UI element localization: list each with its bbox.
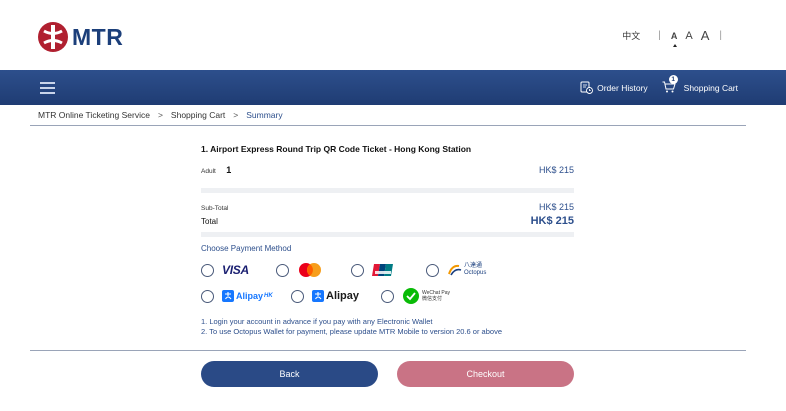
octopus-label: Octopus [464, 270, 487, 276]
note-line-1: 1. Login your account in advance if you … [201, 317, 433, 326]
payment-row-1: VISA 八達通 Octopus [201, 261, 574, 279]
radio-octopus[interactable] [426, 263, 439, 277]
payment-option-octopus[interactable]: 八達通 Octopus [426, 263, 486, 277]
hamburger-icon[interactable] [40, 82, 55, 94]
shopping-cart-link[interactable]: 1 Shopping Cart [662, 74, 738, 95]
mastercard-icon [299, 263, 321, 277]
radio-unionpay[interactable] [351, 263, 364, 277]
note-line-2: 2. To use Octopus Wallet for payment, pl… [201, 327, 502, 336]
order-summary: 1. Airport Express Round Trip QR Code Ti… [201, 144, 574, 337]
divider [30, 350, 746, 351]
radio-alipay[interactable] [291, 289, 304, 303]
mtr-logo-icon [38, 22, 68, 52]
payment-option-alipay[interactable]: Alipay [291, 289, 381, 303]
language-switch[interactable]: 中文 [622, 29, 640, 42]
subtotal-label: Sub-Total [201, 205, 229, 212]
chevron-right-icon: > [157, 110, 163, 120]
adult-row: Adult 1 HK$ 215 [201, 160, 574, 178]
divider [30, 125, 746, 126]
total-label: Total [201, 217, 218, 226]
alipay-icon [312, 290, 324, 302]
brand-name: MTR [72, 23, 124, 50]
back-button[interactable]: Back [201, 361, 378, 387]
nav-links: Order History 1 Shopping Cart [566, 70, 738, 105]
breadcrumb: MTR Online Ticketing Service > Shopping … [38, 110, 283, 120]
unionpay-icon [372, 264, 393, 276]
wechatpay-logo: WeChat Pay 微信支付 [402, 288, 450, 304]
font-size-small[interactable]: A [671, 31, 677, 47]
wechatpay-cn-label: 微信支付 [422, 296, 443, 302]
subtotal-value: HK$ 215 [538, 202, 574, 212]
payment-option-unionpay[interactable] [351, 263, 426, 277]
radio-alipayhk[interactable] [201, 289, 214, 303]
breadcrumb-cart[interactable]: Shopping Cart [171, 110, 225, 120]
payment-option-visa[interactable]: VISA [201, 263, 276, 277]
alipayhk-label: Alipay [236, 291, 264, 301]
adult-quantity: 1 [226, 165, 232, 175]
total-row: Total HK$ 215 [201, 215, 574, 227]
alipayhk-suffix: HK [264, 293, 273, 299]
font-size-medium[interactable]: A [685, 30, 692, 42]
octopus-logo: 八達通 Octopus [447, 263, 486, 277]
octopus-cn-label: 八達通 [464, 263, 483, 269]
breadcrumb-summary: Summary [246, 110, 283, 120]
language-bar: 中文 | A A A | [622, 28, 722, 47]
payment-row-2: Alipay HK Alipay WeChat Pay 微信支付 [201, 287, 574, 305]
payment-method-title: Choose Payment Method [201, 244, 292, 253]
shopping-cart-label: Shopping Cart [683, 82, 738, 93]
adult-price: HK$ 215 [538, 165, 574, 175]
order-history-label: Order History [597, 82, 648, 93]
payment-option-wechatpay[interactable]: WeChat Pay 微信支付 [381, 288, 450, 304]
breadcrumb-home[interactable]: MTR Online Ticketing Service [38, 110, 150, 120]
alipayhk-logo: Alipay HK [222, 290, 273, 302]
octopus-icon [448, 264, 462, 276]
font-size-large[interactable]: A [701, 28, 710, 43]
payment-notes: 1. Login your account in advance if you … [201, 317, 574, 337]
payment-option-mastercard[interactable] [276, 262, 351, 278]
divider [201, 232, 574, 237]
payment-option-alipayhk[interactable]: Alipay HK [201, 289, 291, 303]
visa-logo: VISA [222, 263, 249, 277]
alipay-logo: Alipay [312, 290, 359, 302]
chevron-right-icon: > [233, 110, 239, 120]
order-history-link[interactable]: Order History [580, 81, 648, 94]
adult-label: Adult [201, 168, 216, 175]
wechat-pay-icon [403, 288, 419, 304]
item-title: 1. Airport Express Round Trip QR Code Ti… [201, 144, 472, 154]
cart-count-badge: 1 [668, 74, 678, 84]
mtr-logo[interactable]: MTR [38, 22, 123, 52]
alipay-label: Alipay [326, 290, 360, 302]
radio-mastercard[interactable] [276, 263, 289, 277]
order-history-icon [580, 81, 594, 94]
top-header: MTR 中文 | A A A | [0, 0, 786, 70]
checkout-button[interactable]: Checkout [397, 361, 574, 387]
radio-visa[interactable] [201, 263, 214, 277]
alipay-icon [222, 290, 234, 302]
total-value: HK$ 215 [530, 215, 574, 227]
main-nav: Order History 1 Shopping Cart [0, 70, 786, 105]
subtotal-row: Sub-Total HK$ 215 [201, 202, 574, 212]
divider [201, 188, 574, 193]
radio-wechatpay[interactable] [381, 289, 394, 303]
